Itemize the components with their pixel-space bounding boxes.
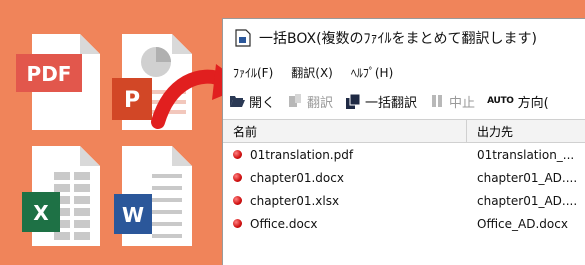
auto-label: AUTO [487,96,514,106]
batch-translate-icon [346,93,361,109]
output-name: chapter01_AD.... [477,193,578,208]
status-dot-icon [233,150,242,159]
menu-help[interactable]: ﾍﾙﾌﾟ(H) [351,64,393,81]
status-dot-icon [233,196,242,205]
excel-label: X [33,201,49,225]
excel-file-icon: X [10,142,106,250]
pdf-label: PDF [27,62,72,86]
column-header-output[interactable]: 出力先 [467,120,513,142]
menu-translate[interactable]: 翻訳(X) [291,64,333,81]
status-dot-icon [233,173,242,182]
output-name: 01translation_... [477,147,575,162]
word-label: W [122,203,144,227]
open-label: 開く [249,95,276,111]
list-item[interactable]: chapter01.docx chapter01_AD.... [223,166,585,189]
batch-translate-label: 一括翻訳 [365,95,418,111]
batch-translate-button[interactable]: 一括翻訳 [345,92,417,111]
stop-button[interactable]: 中止 [429,92,475,111]
list-header: 名前 出力先 [223,119,585,143]
open-button[interactable]: 開く [229,92,275,111]
file-name: chapter01.xlsx [250,193,340,208]
status-dot-icon [233,219,242,228]
direction-label: 方向( [517,95,549,111]
toolbar: 開く 翻訳 一括翻訳 中止 AUTO 方向( [223,87,585,115]
menu-bar: ﾌｧｲﾙ(F) 翻訳(X) ﾍﾙﾌﾟ(H) [223,57,585,87]
column-header-name[interactable]: 名前 [223,120,467,142]
menu-file[interactable]: ﾌｧｲﾙ(F) [233,64,273,81]
direction-button[interactable]: AUTO 方向( [487,92,549,111]
list-item[interactable]: Office.docx Office_AD.docx [223,212,585,235]
stop-label: 中止 [449,95,476,111]
output-name: chapter01_AD.... [477,170,578,185]
output-name: Office_AD.docx [477,216,568,231]
powerpoint-label: P [124,88,140,113]
folder-open-icon [230,96,245,107]
file-name: Office.docx [250,216,318,231]
translate-label: 翻訳 [307,95,334,111]
app-window: 一括BOX(複数のﾌｧｲﾙをまとめて翻訳します) ﾌｧｲﾙ(F) 翻訳(X) ﾍ… [222,18,585,265]
list-item[interactable]: 01translation.pdf 01translation_... [223,143,585,166]
file-name: 01translation.pdf [250,147,354,162]
pause-icon [432,95,443,107]
title-bar: 一括BOX(複数のﾌｧｲﾙをまとめて翻訳します) [223,19,585,57]
translate-icon [289,94,302,107]
app-icon [235,29,251,47]
word-file-icon: W [108,142,204,250]
file-list: 名前 出力先 01translation.pdf 01translation_.… [223,119,585,235]
window-title: 一括BOX(複数のﾌｧｲﾙをまとめて翻訳します) [259,31,537,47]
file-name: chapter01.docx [250,170,344,185]
pdf-file-icon: PDF [10,30,106,134]
translate-button[interactable]: 翻訳 [287,92,333,111]
list-item[interactable]: chapter01.xlsx chapter01_AD.... [223,189,585,212]
